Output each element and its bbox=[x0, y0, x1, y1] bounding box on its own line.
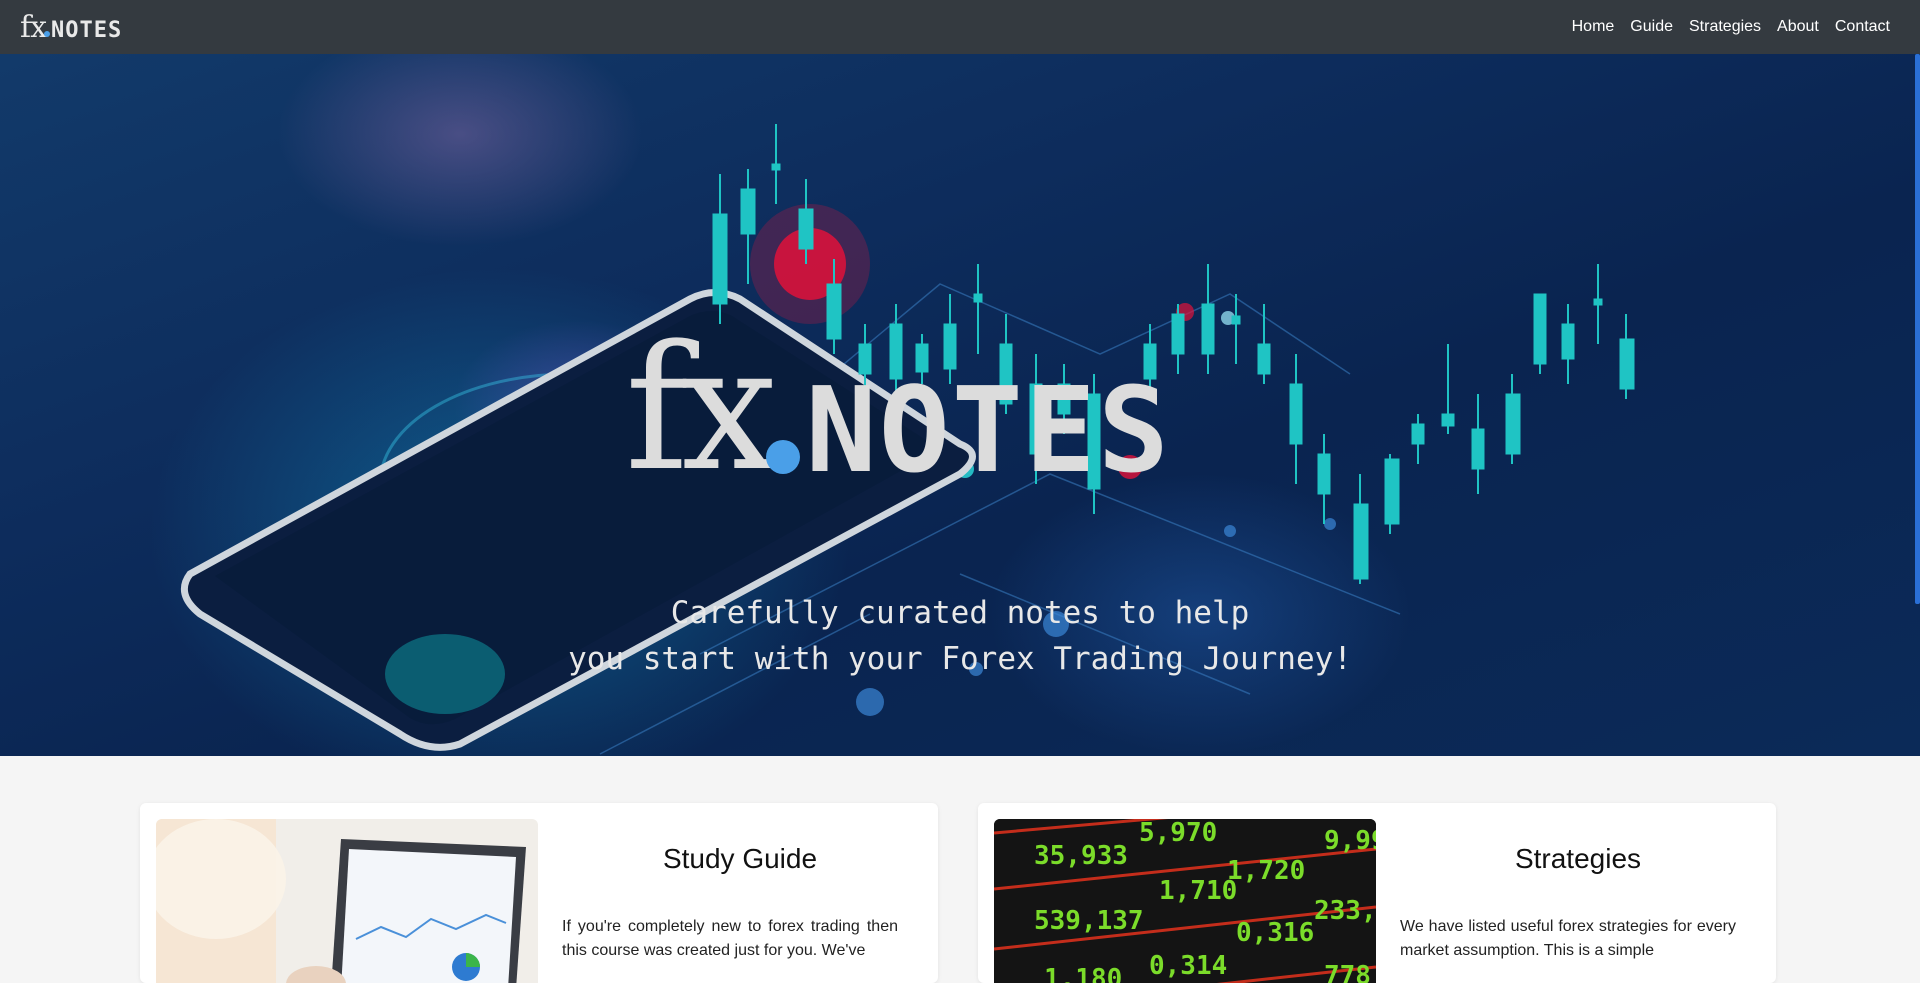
hero-logo-notes: NOTES bbox=[805, 361, 1171, 499]
study-guide-title: Study Guide bbox=[662, 843, 818, 874]
study-guide-card[interactable]: Study Guide If you're completely new to … bbox=[140, 803, 938, 983]
ticker-value: 233,167 bbox=[1314, 896, 1376, 926]
brand-dot bbox=[44, 30, 51, 37]
hero-logo: fx NOTES bbox=[625, 308, 1305, 509]
nav-strategies[interactable]: Strategies bbox=[1689, 18, 1761, 36]
study-guide-description: If you're completely new to forex tradin… bbox=[562, 918, 898, 959]
brand-logo[interactable]: fx NOTES bbox=[20, 10, 122, 45]
study-guide-image bbox=[156, 819, 538, 983]
main-nav: Home Guide Strategies About Contact bbox=[1572, 18, 1890, 36]
ticker-value: 778,18 bbox=[1324, 961, 1376, 983]
strategies-image: 35,933 5,970 1,720 9,996 539,137 1,710 0… bbox=[994, 819, 1376, 983]
nav-home[interactable]: Home bbox=[1572, 18, 1615, 36]
nav-contact[interactable]: Contact bbox=[1835, 18, 1890, 36]
hero-tagline: Carefully curated notes to help you star… bbox=[0, 590, 1920, 682]
ticker-value: 35,933 bbox=[1034, 841, 1128, 871]
ticker-value: 0,316 bbox=[1236, 918, 1314, 948]
nav-about[interactable]: About bbox=[1777, 18, 1819, 36]
hero-logo-dot bbox=[765, 440, 800, 474]
brand-notes: NOTES bbox=[51, 17, 123, 43]
strategies-description: We have listed useful forex strategies f… bbox=[1400, 918, 1736, 959]
ticker-value: 5,970 bbox=[1139, 819, 1217, 848]
nav-guide[interactable]: Guide bbox=[1630, 18, 1673, 36]
hero-banner: fx NOTES Carefully curated notes to help… bbox=[0, 54, 1920, 756]
ticker-value: 1,180 bbox=[1044, 964, 1122, 983]
ticker-value: 1,710 bbox=[1159, 876, 1237, 906]
ticker-value: 539,137 bbox=[1034, 906, 1144, 936]
strategies-title: Strategies bbox=[1514, 843, 1642, 874]
page-scrollbar[interactable] bbox=[1915, 54, 1920, 604]
strategies-card[interactable]: 35,933 5,970 1,720 9,996 539,137 1,710 0… bbox=[978, 803, 1776, 983]
navbar: fx NOTES Home Guide Strategies About Con… bbox=[0, 0, 1920, 54]
ticker-value: 1,720 bbox=[1227, 856, 1305, 886]
ticker-value: 9,996 bbox=[1324, 826, 1376, 856]
brand-fx: fx bbox=[20, 9, 47, 45]
hero-tagline-line-2: you start with your Forex Trading Journe… bbox=[568, 641, 1352, 677]
ticker-value: 0,314 bbox=[1149, 951, 1227, 981]
hero-tagline-line-1: Carefully curated notes to help bbox=[670, 595, 1250, 631]
hero-logo-fx: fx bbox=[625, 308, 778, 509]
